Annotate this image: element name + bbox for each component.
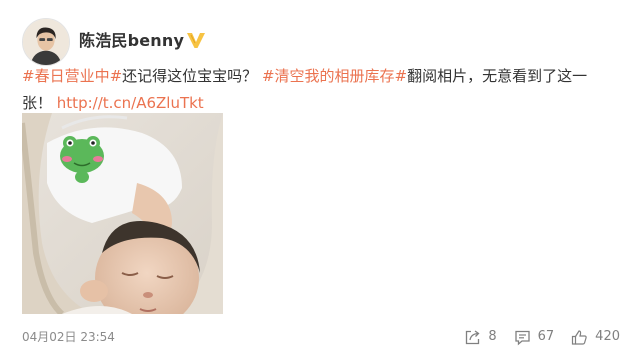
post-text-segment: 还记得这位宝宝吗？ <box>122 67 258 85</box>
avatar-image <box>23 19 69 65</box>
post-content: #春日营业中#还记得这位宝宝吗？ #清空我的相册库存#翻阅相片，无意看到了这一张… <box>22 63 622 117</box>
repost-icon <box>466 329 480 344</box>
hashtag-link[interactable]: #春日营业中# <box>22 67 122 85</box>
user-avatar[interactable] <box>22 18 70 66</box>
comment-button[interactable]: 67 <box>514 328 555 346</box>
like-count: 420 <box>595 329 620 344</box>
repost-button[interactable]: 8 <box>464 328 497 346</box>
short-url-link[interactable]: http://t.cn/A6ZluTkt <box>57 94 204 112</box>
hashtag-link[interactable]: #清空我的相册库存# <box>262 67 407 85</box>
username[interactable]: 陈浩民benny <box>79 32 184 50</box>
post-actions: 8 67 420 <box>464 328 620 346</box>
like-button[interactable]: 420 <box>571 328 620 346</box>
post-timestamp[interactable]: 04月02日 23:54 <box>22 330 115 344</box>
v-verified-icon[interactable] <box>186 31 206 49</box>
comment-count: 67 <box>537 329 555 344</box>
weibo-post-card: 陈浩民benny #春日营业中#还记得这位宝宝吗？ #清空我的相册库存#翻阅相片… <box>0 0 637 364</box>
repost-count: 8 <box>488 329 497 344</box>
sleeping-baby-photo <box>22 113 223 314</box>
post-photo[interactable] <box>22 113 223 314</box>
thumbs-up-icon <box>572 329 587 345</box>
comment-icon <box>514 330 530 345</box>
